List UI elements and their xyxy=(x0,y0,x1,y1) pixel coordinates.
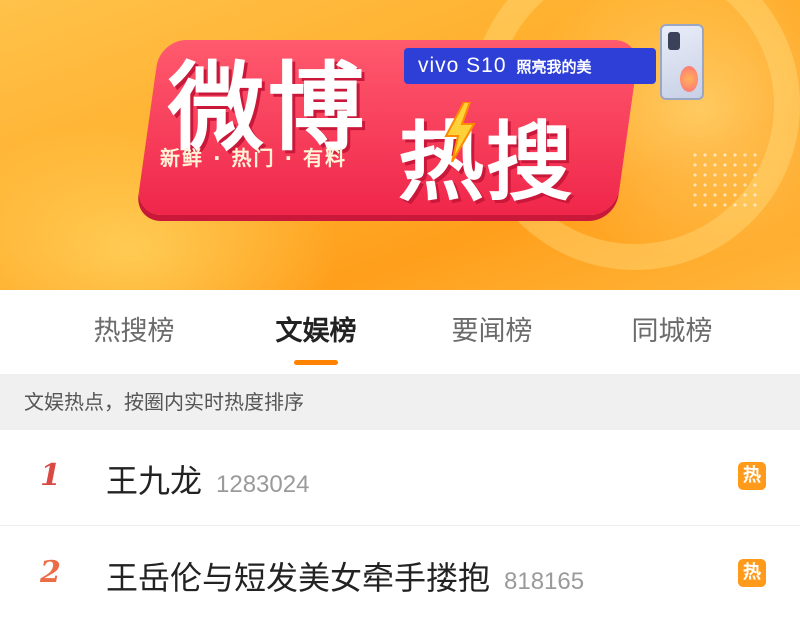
ranking-tabs: 热搜榜 文娱榜 要闻榜 同城榜 xyxy=(0,290,800,374)
heat-count: 818165 xyxy=(504,568,585,595)
list-item[interactable]: 2 王岳伦与短发美女牵手搂抱 818165 热 xyxy=(0,527,800,623)
sponsor-brand: vivo S10 xyxy=(418,54,507,77)
topic-title: 王岳伦与短发美女牵手搂抱 818165 xyxy=(106,553,584,599)
topic-title-text: 王九龙 xyxy=(106,462,203,500)
heat-count: 1283024 xyxy=(216,471,310,498)
tab-local[interactable]: 同城榜 xyxy=(602,312,742,352)
hot-search-banner[interactable]: 微博 热搜 新鲜 · 热门 · 有料 vivo S10 照亮我的美 xyxy=(0,0,800,290)
hot-search-logo-text: 热搜 xyxy=(398,113,574,213)
tab-entertainment[interactable]: 文娱榜 xyxy=(246,312,386,352)
sponsor-badge[interactable]: vivo S10 照亮我的美 xyxy=(404,48,656,84)
phone-wallpaper xyxy=(680,66,698,92)
tab-hot-search[interactable]: 热搜榜 xyxy=(64,312,204,352)
topic-title: 王九龙 1283024 xyxy=(106,456,309,502)
rank-number: 1 xyxy=(40,458,61,493)
list-item[interactable]: 1 王九龙 1283024 热 xyxy=(0,430,800,526)
banner-dots-decoration xyxy=(690,150,760,210)
hot-badge: 热 xyxy=(738,559,766,587)
sponsor-slogan: 照亮我的美 xyxy=(516,57,592,76)
hot-badge: 热 xyxy=(738,462,766,490)
topic-title-text: 王岳伦与短发美女牵手搂抱 xyxy=(106,559,491,597)
lightning-icon xyxy=(444,102,476,162)
rank-number: 2 xyxy=(40,555,61,590)
active-tab-indicator xyxy=(294,360,338,365)
phone-camera xyxy=(668,32,680,50)
banner-tagline: 新鲜 · 热门 · 有料 xyxy=(160,146,348,170)
tab-news[interactable]: 要闻榜 xyxy=(422,312,562,352)
phone-image xyxy=(660,24,704,100)
list-description: 文娱热点，按圈内实时热度排序 xyxy=(0,374,800,430)
